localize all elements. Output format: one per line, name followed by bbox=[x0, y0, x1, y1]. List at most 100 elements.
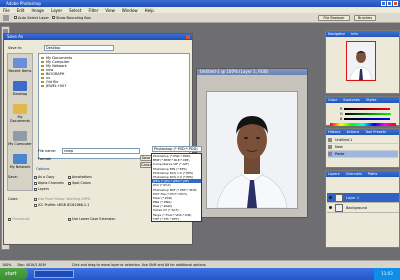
color-tabs: Color Swatches Styles bbox=[326, 97, 399, 103]
menu-filter[interactable]: Filter bbox=[88, 8, 98, 13]
history-item[interactable]: New bbox=[328, 144, 398, 151]
color-tab-swatches[interactable]: Swatches bbox=[343, 98, 360, 102]
file-browser-tab[interactable]: File Browser bbox=[318, 15, 350, 21]
history-item[interactable]: Paste bbox=[328, 151, 398, 158]
photo-canvas[interactable] bbox=[206, 91, 298, 209]
status-bar: 100% Doc: 401K/1.81M Click and drag to m… bbox=[0, 260, 400, 268]
menu-image[interactable]: Image bbox=[31, 8, 44, 13]
place-recent-items[interactable]: Recent Items bbox=[8, 58, 32, 73]
taskbar-photoshop[interactable] bbox=[34, 270, 74, 278]
format-option[interactable]: TIFF (*.TIF;*.TIFF) bbox=[152, 217, 201, 221]
menu-layer[interactable]: Layer bbox=[51, 8, 62, 13]
place-icon bbox=[13, 131, 27, 141]
brushes-tab[interactable]: Brushes bbox=[354, 15, 376, 21]
save-in-dropdown[interactable]: Desktop bbox=[44, 45, 114, 51]
history-list: Untitled-1 New Paste bbox=[328, 137, 398, 158]
app-titlebar: Adobe Photoshop bbox=[0, 0, 400, 7]
window-controls[interactable] bbox=[381, 1, 398, 6]
format-value: Photoshop (*.PSD;*.PDD) bbox=[154, 147, 198, 151]
layers-option[interactable]: Layers bbox=[34, 187, 49, 191]
auto-select-checkbox[interactable] bbox=[14, 16, 17, 19]
place-label: Recent Items bbox=[8, 69, 32, 73]
icc-option[interactable]: ICC Profile: sRGB IEC61966-2.1 bbox=[34, 203, 89, 207]
start-button[interactable]: start bbox=[0, 268, 28, 280]
place-my-network[interactable]: My Network bbox=[8, 154, 32, 169]
place-label: Desktop bbox=[12, 92, 28, 96]
place-icon bbox=[13, 81, 27, 91]
thumbnail-option[interactable]: Thumbnail bbox=[8, 217, 29, 221]
dialog-title: Save As bbox=[7, 34, 23, 39]
file-label: JEWEL+007 bbox=[46, 84, 67, 88]
navigator-thumbnail bbox=[346, 41, 376, 81]
alpha-option[interactable]: Alpha Channels bbox=[34, 181, 64, 185]
file-name-input[interactable]: ramp bbox=[62, 148, 140, 154]
document-window: Untitled-1 @ 100% (Layer 1, RGB) bbox=[196, 68, 308, 218]
layers-tabs: Layers Channels Paths bbox=[326, 171, 399, 177]
place-label: My Network bbox=[9, 165, 31, 169]
folder-icon bbox=[41, 68, 44, 72]
eye-icon[interactable] bbox=[329, 206, 332, 209]
layer-thumbnail bbox=[335, 203, 343, 212]
color-slider[interactable] bbox=[344, 112, 391, 115]
folder-icon bbox=[41, 84, 44, 88]
options-group: Options Save: As a Copy Annotations Alph… bbox=[8, 167, 138, 243]
spot-option[interactable]: Spot Colors bbox=[68, 181, 91, 185]
menu-select[interactable]: Select bbox=[69, 8, 81, 13]
history-tab-tool-presets[interactable]: Tool Presets bbox=[365, 130, 386, 134]
navigator-panel: Navigator Info bbox=[325, 30, 400, 94]
layer-row[interactable]: Layer 1 bbox=[327, 193, 399, 203]
minimize-icon[interactable] bbox=[381, 1, 386, 6]
place-my-documents[interactable]: My Documents bbox=[8, 104, 32, 123]
color-slider-row[interactable]: B bbox=[340, 116, 396, 121]
save-in-value: Desktop bbox=[46, 46, 61, 50]
as-copy-option[interactable]: As a Copy bbox=[34, 175, 54, 179]
document-titlebar: Untitled-1 @ 100% (Layer 1, RGB) bbox=[197, 69, 307, 75]
menu-window[interactable]: Window bbox=[122, 8, 138, 13]
history-tab-actions[interactable]: Actions bbox=[346, 130, 359, 134]
history-item[interactable]: Untitled-1 bbox=[328, 137, 398, 144]
format-select[interactable]: Photoshop (*.PSD;*.PDD) bbox=[152, 146, 202, 152]
maximize-icon[interactable] bbox=[387, 1, 392, 6]
navigator-tab-navigator[interactable]: Navigator bbox=[328, 32, 345, 36]
layers-tab-paths[interactable]: Paths bbox=[368, 172, 378, 176]
bounding-box-checkbox[interactable] bbox=[52, 16, 55, 19]
color-ramp[interactable] bbox=[330, 123, 396, 126]
layers-tab-channels[interactable]: Channels bbox=[346, 172, 362, 176]
start-label: start bbox=[5, 271, 17, 277]
color-slider[interactable] bbox=[344, 117, 391, 120]
move-tool-icon[interactable] bbox=[3, 15, 9, 21]
menu-edit[interactable]: Edit bbox=[17, 8, 25, 13]
folder-icon bbox=[41, 72, 44, 76]
eye-icon[interactable] bbox=[329, 196, 332, 199]
options-bar: Auto Select Layer Show Bounding Box File… bbox=[0, 13, 400, 23]
history-tab-history[interactable]: History bbox=[328, 130, 340, 134]
document-title: Untitled-1 @ 100% (Layer 1, RGB) bbox=[200, 69, 269, 74]
menu-file[interactable]: File bbox=[3, 8, 10, 13]
navigator-tab-info[interactable]: Info bbox=[351, 32, 358, 36]
close-icon[interactable] bbox=[393, 1, 398, 6]
layers-tab-layers[interactable]: Layers bbox=[328, 172, 340, 176]
history-state-icon bbox=[328, 152, 332, 156]
annotations-option[interactable]: Annotations bbox=[68, 175, 92, 179]
layer-name: Background bbox=[346, 205, 367, 210]
file-name-label: File name: bbox=[38, 149, 57, 153]
menu-help[interactable]: Help bbox=[145, 8, 154, 13]
clock: 11:03 bbox=[381, 271, 393, 276]
color-tab-styles[interactable]: Styles bbox=[366, 98, 377, 102]
color-slider[interactable] bbox=[344, 107, 391, 110]
proof-option[interactable]: Use Proof Setup: Working CMYK bbox=[34, 197, 90, 201]
color-channel-label: B bbox=[340, 116, 343, 121]
color-tab-color[interactable]: Color bbox=[328, 98, 337, 102]
place-my-computer[interactable]: My Computer bbox=[8, 131, 32, 146]
history-tabs: History Actions Tool Presets bbox=[326, 129, 399, 135]
place-label: My Documents bbox=[10, 115, 30, 123]
dialog-close-icon[interactable] bbox=[186, 35, 190, 39]
lowercase-option[interactable]: Use Lower Case Extension bbox=[68, 217, 115, 221]
layer-row[interactable]: Background bbox=[327, 203, 399, 213]
file-list[interactable]: My Documents My Computer My Network new BIOG… bbox=[38, 53, 190, 159]
place-desktop[interactable]: Desktop bbox=[8, 81, 32, 96]
menu-view[interactable]: View bbox=[105, 8, 115, 13]
format-options-list: Photoshop (*.PSD;*.PDD) BMP (*.BMP;*.RLE;… bbox=[151, 153, 202, 222]
navigator-tabs: Navigator Info bbox=[326, 31, 399, 37]
list-item[interactable]: JEWEL+007 bbox=[41, 84, 187, 88]
